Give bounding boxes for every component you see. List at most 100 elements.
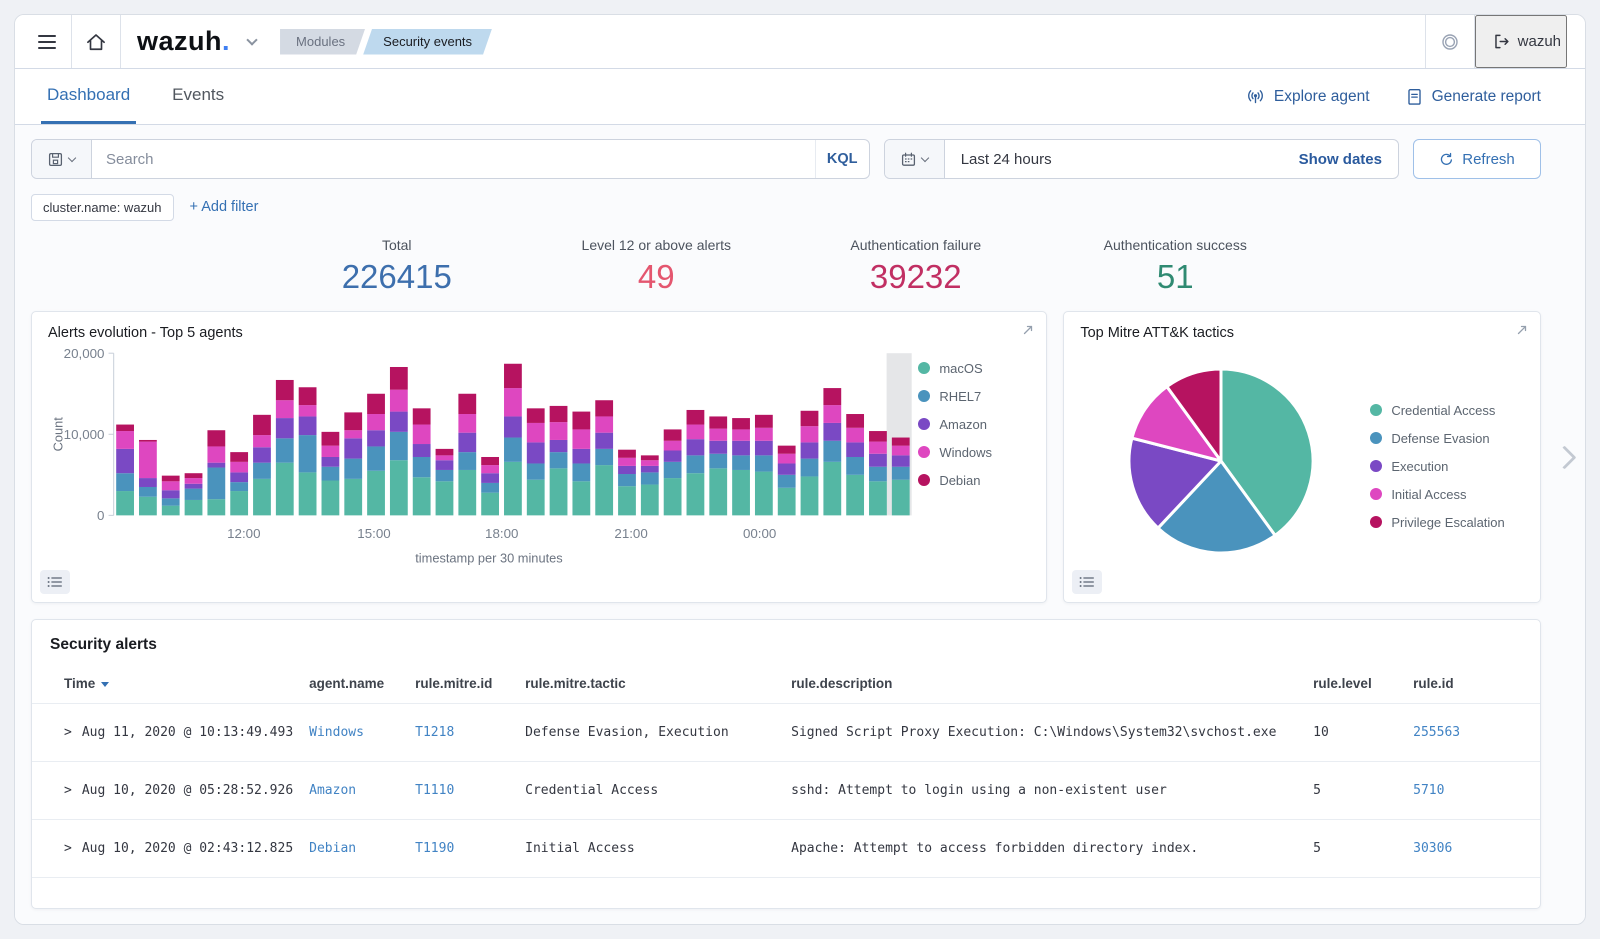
- mitre-id-link[interactable]: T1218: [415, 725, 454, 740]
- bar-segment-macOS[interactable]: [869, 481, 887, 515]
- stacked-bar-chart[interactable]: 010,00020,00012:0015:0018:0021:0000:00ti…: [48, 345, 918, 579]
- bar-segment-Debian[interactable]: [687, 410, 705, 425]
- tab-dashboard[interactable]: Dashboard: [41, 69, 136, 124]
- bar-segment-RHEL7[interactable]: [550, 452, 568, 468]
- column-header-rule-id[interactable]: rule.id: [1405, 664, 1540, 704]
- rule-id-link[interactable]: 5710: [1413, 783, 1444, 798]
- refresh-button[interactable]: Refresh: [1413, 139, 1541, 179]
- bar-segment-Amazon[interactable]: [207, 462, 225, 467]
- tab-events[interactable]: Events: [166, 69, 230, 124]
- bar-segment-Windows[interactable]: [641, 460, 659, 466]
- generate-report-button[interactable]: Generate report: [1406, 69, 1541, 124]
- bar-segment-Windows[interactable]: [344, 430, 362, 438]
- bar-segment-RHEL7[interactable]: [253, 462, 271, 478]
- bar-segment-Amazon[interactable]: [504, 416, 522, 437]
- bar-segment-Debian[interactable]: [207, 430, 225, 446]
- bar-segment-macOS[interactable]: [139, 496, 157, 515]
- bar-segment-macOS[interactable]: [207, 499, 225, 515]
- breadcrumb-modules[interactable]: Modules: [280, 29, 365, 55]
- bar-segment-RHEL7[interactable]: [709, 453, 727, 468]
- bar-segment-Amazon[interactable]: [801, 442, 819, 458]
- legend-toggle-button[interactable]: [40, 570, 70, 594]
- rule-id-link[interactable]: 30306: [1413, 841, 1452, 856]
- bar-segment-Windows[interactable]: [846, 427, 864, 442]
- bar-segment-macOS[interactable]: [481, 492, 499, 515]
- agent-link[interactable]: Amazon: [309, 783, 356, 798]
- bar-segment-Amazon[interactable]: [595, 432, 613, 448]
- bar-segment-macOS[interactable]: [801, 476, 819, 515]
- bar-segment-macOS[interactable]: [322, 480, 340, 515]
- column-header-time[interactable]: Time: [32, 664, 301, 704]
- bar-segment-Windows[interactable]: [230, 461, 248, 472]
- bar-segment-Amazon[interactable]: [276, 418, 294, 438]
- bar-segment-Amazon[interactable]: [618, 466, 636, 474]
- bar-segment-RHEL7[interactable]: [436, 470, 454, 481]
- bar-segment-macOS[interactable]: [458, 470, 476, 515]
- bar-segment-Debian[interactable]: [732, 418, 750, 429]
- bar-segment-Debian[interactable]: [367, 393, 385, 413]
- bar-segment-macOS[interactable]: [641, 484, 659, 515]
- bar-segment-macOS[interactable]: [572, 481, 590, 515]
- bar-segment-Debian[interactable]: [869, 431, 887, 442]
- bar-segment-Debian[interactable]: [823, 388, 841, 405]
- bar-segment-Windows[interactable]: [527, 423, 545, 442]
- health-check-button[interactable]: [1426, 15, 1474, 68]
- bar-segment-macOS[interactable]: [253, 479, 271, 515]
- bar-segment-macOS[interactable]: [230, 491, 248, 515]
- bar-segment-Amazon[interactable]: [116, 449, 134, 473]
- bar-segment-Windows[interactable]: [185, 478, 203, 484]
- bar-segment-Windows[interactable]: [276, 400, 294, 418]
- bar-segment-Amazon[interactable]: [413, 444, 431, 457]
- bar-segment-RHEL7[interactable]: [755, 455, 773, 471]
- bar-segment-Windows[interactable]: [869, 441, 887, 453]
- bar-segment-Windows[interactable]: [367, 414, 385, 430]
- bar-segment-Debian[interactable]: [755, 414, 773, 427]
- search-input[interactable]: [92, 140, 815, 178]
- expand-panel-button[interactable]: [1021, 323, 1035, 337]
- bar-segment-Debian[interactable]: [709, 416, 727, 428]
- bar-segment-Windows[interactable]: [687, 424, 705, 439]
- calendar-button[interactable]: [885, 140, 945, 178]
- expand-row-icon[interactable]: >: [64, 783, 72, 798]
- bar-segment-Windows[interactable]: [823, 405, 841, 423]
- bar-segment-Windows[interactable]: [299, 405, 317, 416]
- expand-panel-button[interactable]: [1515, 323, 1529, 337]
- bar-segment-RHEL7[interactable]: [390, 431, 408, 459]
- bar-segment-RHEL7[interactable]: [116, 473, 134, 491]
- bar-segment-Amazon[interactable]: [664, 450, 682, 461]
- agent-link[interactable]: Debian: [309, 841, 356, 856]
- bar-segment-macOS[interactable]: [892, 479, 910, 515]
- bar-segment-RHEL7[interactable]: [618, 474, 636, 486]
- pie-chart[interactable]: [1080, 343, 1370, 575]
- bar-segment-macOS[interactable]: [595, 465, 613, 515]
- bar-segment-Amazon[interactable]: [778, 463, 796, 474]
- breadcrumb-security-events[interactable]: Security events: [363, 29, 492, 55]
- bar-segment-Debian[interactable]: [527, 408, 545, 423]
- bar-segment-RHEL7[interactable]: [322, 466, 340, 480]
- bar-segment-Windows[interactable]: [892, 445, 910, 455]
- menu-button[interactable]: [23, 15, 71, 68]
- bar-segment-Amazon[interactable]: [755, 440, 773, 455]
- app-switcher-chevron[interactable]: [238, 15, 266, 68]
- bar-segment-macOS[interactable]: [755, 471, 773, 515]
- bar-segment-Amazon[interactable]: [550, 440, 568, 452]
- kql-toggle[interactable]: KQL: [815, 140, 869, 178]
- legend-item-initial-access[interactable]: Initial Access: [1370, 487, 1524, 502]
- bar-segment-Debian[interactable]: [253, 414, 271, 434]
- expand-row-icon[interactable]: >: [64, 841, 72, 856]
- bar-segment-Windows[interactable]: [755, 427, 773, 440]
- bar-segment-Windows[interactable]: [801, 426, 819, 442]
- bar-segment-Amazon[interactable]: [322, 457, 340, 467]
- legend-item-Debian[interactable]: Debian: [918, 473, 1030, 488]
- column-header-rule-level[interactable]: rule.level: [1305, 664, 1405, 704]
- legend-item-credential-access[interactable]: Credential Access: [1370, 403, 1524, 418]
- bar-segment-Debian[interactable]: [299, 387, 317, 405]
- next-panels-button[interactable]: [1550, 443, 1579, 472]
- bar-segment-macOS[interactable]: [664, 478, 682, 515]
- bar-segment-RHEL7[interactable]: [458, 452, 476, 470]
- saved-queries-button[interactable]: [32, 140, 92, 178]
- bar-segment-Debian[interactable]: [162, 475, 180, 481]
- time-range-value[interactable]: Last 24 hours: [945, 140, 1283, 178]
- filter-chip-cluster-name[interactable]: cluster.name: wazuh: [31, 194, 174, 221]
- bar-segment-Windows[interactable]: [572, 429, 590, 448]
